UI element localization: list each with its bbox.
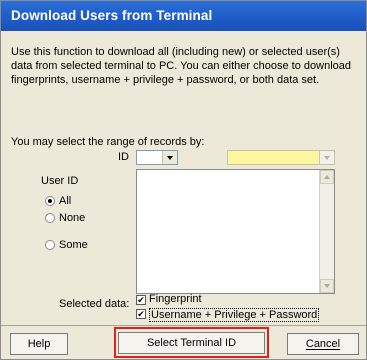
scroll-up-icon[interactable] bbox=[320, 170, 334, 184]
fingerprint-label: Fingerprint bbox=[149, 293, 202, 305]
check-icon: ✔ bbox=[137, 295, 145, 305]
select-terminal-id-button[interactable]: Select Terminal ID bbox=[118, 332, 265, 354]
radio-selected-dot bbox=[48, 199, 52, 203]
username-privilege-password-label: Username + Privilege + Password bbox=[149, 308, 320, 322]
radio-all[interactable] bbox=[45, 196, 55, 206]
radio-none-label: None bbox=[59, 212, 86, 224]
terminal-dropdown[interactable] bbox=[227, 150, 335, 165]
download-users-dialog: Download Users from Terminal Use this fu… bbox=[0, 0, 367, 360]
chevron-down-icon[interactable] bbox=[162, 151, 177, 164]
button-separator bbox=[1, 325, 366, 326]
radio-none[interactable] bbox=[45, 213, 55, 223]
listbox-scrollbar[interactable] bbox=[319, 170, 334, 293]
fingerprint-checkbox[interactable]: ✔ bbox=[136, 295, 146, 305]
check-icon: ✔ bbox=[137, 309, 145, 319]
radio-all-label: All bbox=[59, 195, 72, 207]
user-id-label: User ID bbox=[41, 175, 79, 187]
cancel-button-label: Cancel bbox=[305, 338, 341, 350]
radio-some-label: Some bbox=[59, 239, 88, 251]
help-button[interactable]: Help bbox=[10, 333, 68, 355]
range-label: You may select the range of records by: bbox=[11, 136, 205, 148]
cancel-button[interactable]: Cancel bbox=[287, 333, 359, 355]
username-privilege-password-checkbox[interactable]: ✔ bbox=[136, 309, 146, 319]
scroll-down-icon[interactable] bbox=[320, 279, 334, 293]
id-label: ID bbox=[118, 151, 129, 163]
id-dropdown[interactable] bbox=[136, 150, 178, 165]
description-text: Use this function to download all (inclu… bbox=[11, 46, 351, 86]
title-bar[interactable]: Download Users from Terminal bbox=[1, 1, 366, 31]
user-id-listbox[interactable] bbox=[136, 169, 335, 294]
window-title: Download Users from Terminal bbox=[11, 8, 213, 23]
chevron-down-icon[interactable] bbox=[319, 151, 334, 164]
selected-data-label: Selected data: bbox=[59, 298, 130, 310]
radio-some[interactable] bbox=[45, 240, 55, 250]
